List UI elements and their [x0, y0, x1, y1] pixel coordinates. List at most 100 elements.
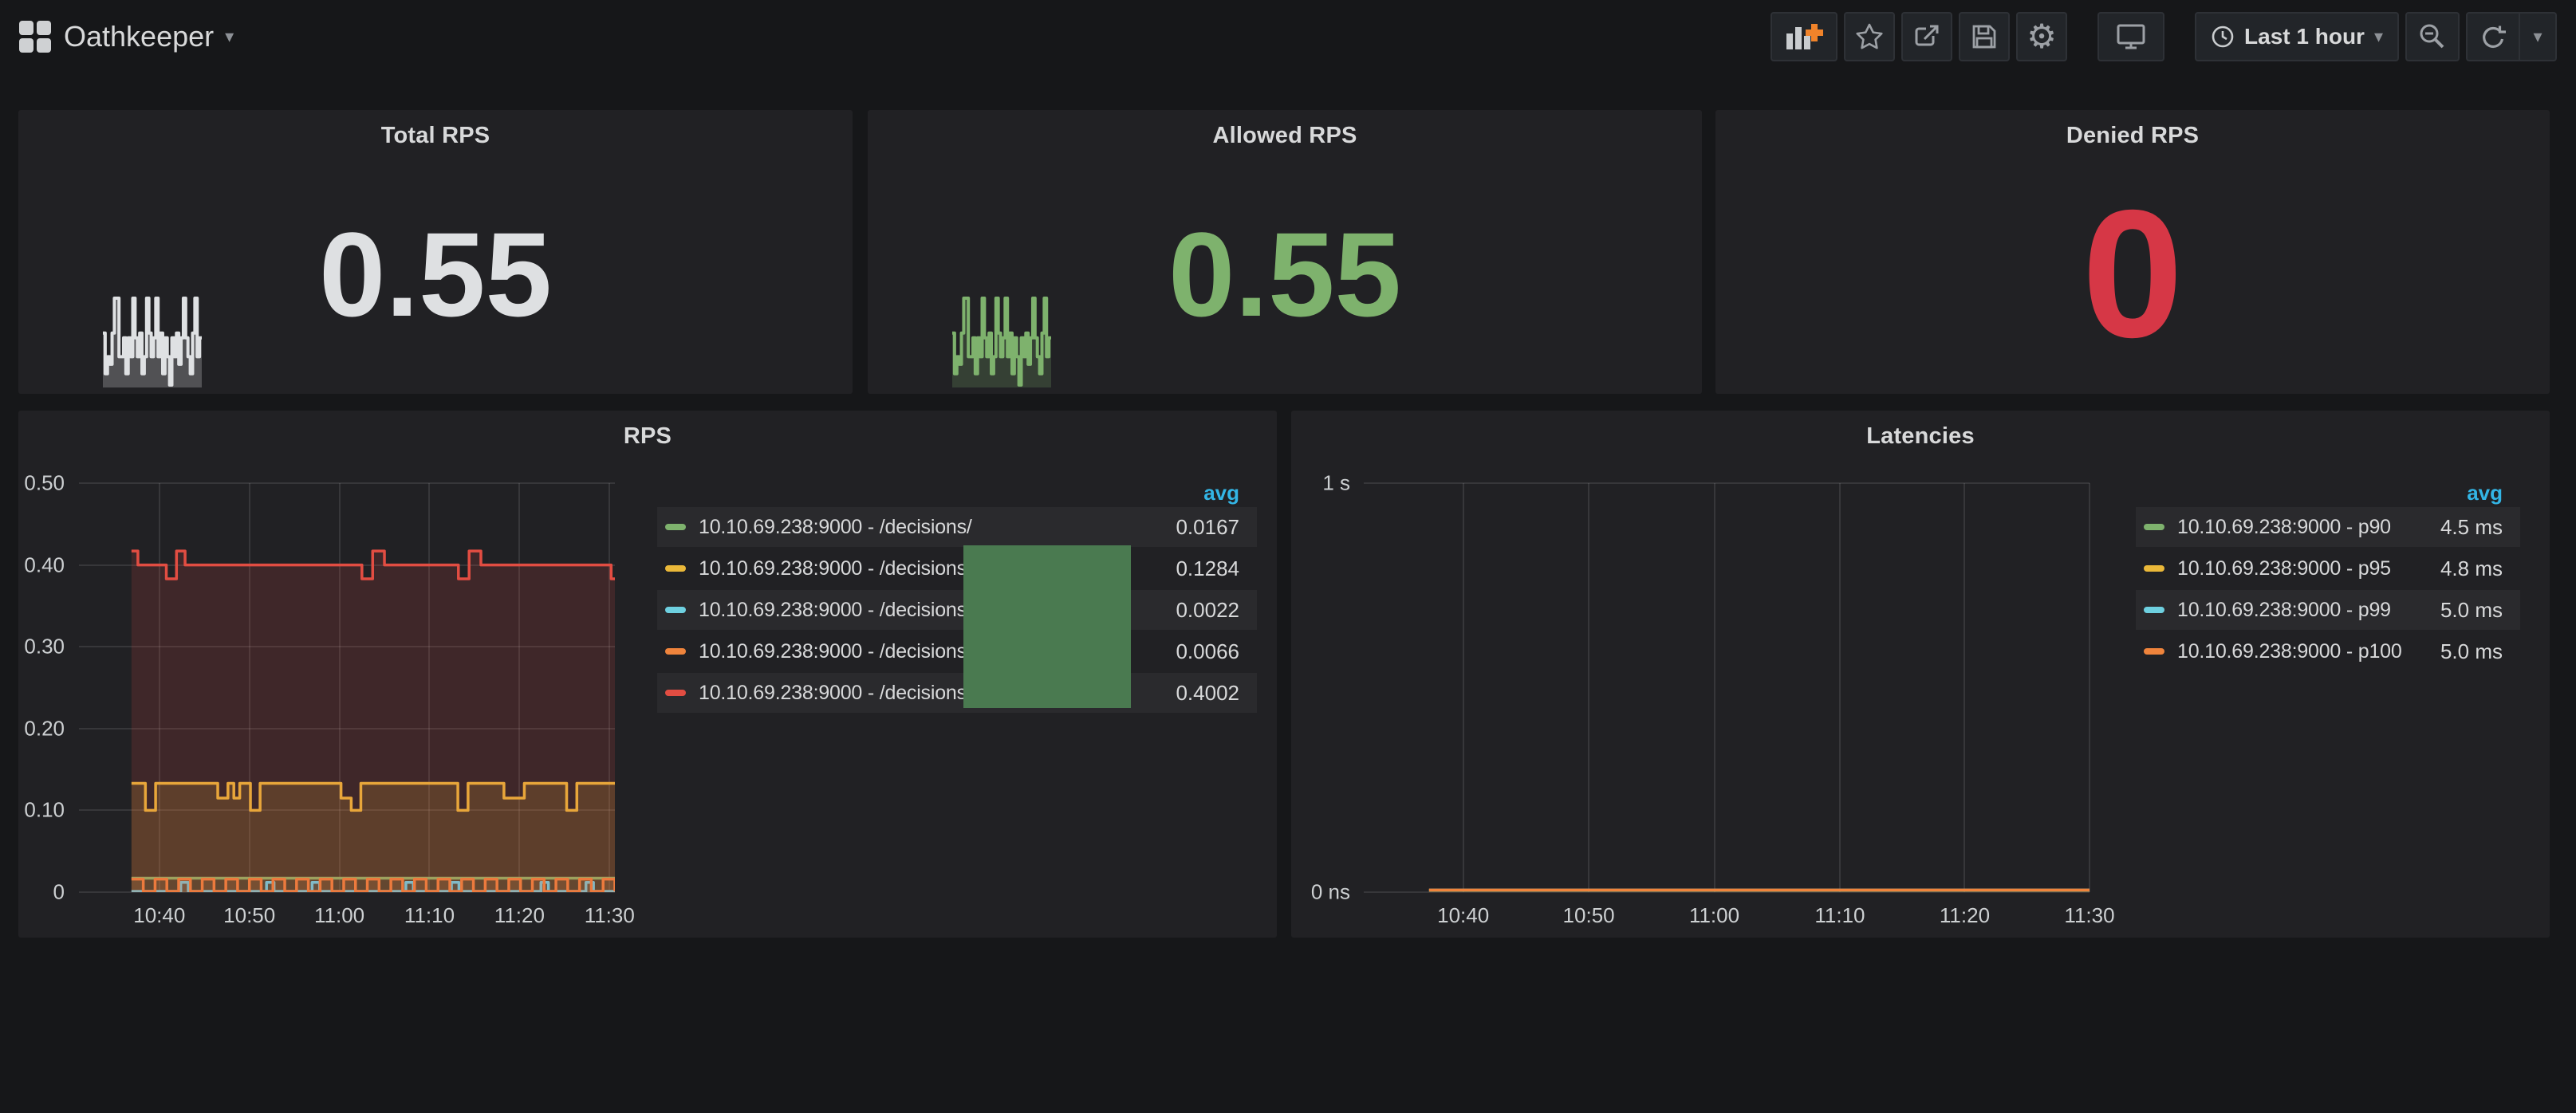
- add-panel-icon: [1785, 22, 1823, 51]
- legend-row[interactable]: 10.10.69.238:9000 - /decisions/ 0.1284: [657, 549, 1257, 588]
- series-color-swatch: [665, 565, 686, 572]
- share-dashboard-button[interactable]: [1901, 12, 1952, 61]
- series-label[interactable]: 10.10.69.238:9000 - /decisions/: [699, 682, 972, 705]
- legend-row[interactable]: 10.10.69.238:9000 - p99 5.0 ms: [2136, 590, 2520, 630]
- series-avg-value: 5.0 ms: [2424, 598, 2503, 623]
- dashboard-title: Oathkeeper: [64, 20, 214, 53]
- series-label[interactable]: 10.10.69.238:9000 - p95: [2177, 557, 2391, 580]
- x-axis-label: 10:40: [1437, 903, 1489, 928]
- panel-denied-rps: Denied RPS 0: [1715, 110, 2550, 394]
- x-axis-label: 11:20: [494, 903, 545, 928]
- series-label[interactable]: 10.10.69.238:9000 - p90: [2177, 516, 2391, 539]
- rps-legend: avg 10.10.69.238:9000 - /decisions/ 0.01…: [657, 478, 1257, 714]
- save-dashboard-button[interactable]: [1959, 12, 2010, 61]
- legend-row[interactable]: 10.10.69.238:9000 - p100 5.0 ms: [2136, 631, 2520, 671]
- navbar: Oathkeeper ▾: [0, 0, 2576, 73]
- legend-row[interactable]: 10.10.69.238:9000 - /decisions/ 0.0066: [657, 631, 1257, 671]
- y-axis-label: 0: [53, 880, 65, 905]
- dashboard-title-dropdown[interactable]: Oathkeeper ▾: [64, 20, 234, 53]
- series-label[interactable]: 10.10.69.238:9000 - /decisions/: [699, 557, 972, 580]
- x-axis-label: 11:00: [1689, 903, 1739, 928]
- grafana-menu-button[interactable]: [19, 21, 51, 53]
- y-axis-label: 0.40: [24, 553, 65, 577]
- series-color-swatch: [2144, 565, 2164, 572]
- zoom-out-icon: [2418, 22, 2447, 51]
- grafana-dashboard: Oathkeeper ▾: [0, 0, 2576, 1113]
- latencies-legend: avg 10.10.69.238:9000 - p90 4.5 ms 10.10…: [2136, 478, 2520, 673]
- legend-row[interactable]: 10.10.69.238:9000 - /decisions/ 0.0022: [657, 590, 1257, 630]
- zoom-out-time-button[interactable]: [2405, 12, 2460, 61]
- panel-total-rps: Total RPS 0.55: [18, 110, 853, 394]
- series-color-swatch: [2144, 524, 2164, 530]
- x-axis: 10:4010:5011:0011:1011:2011:30: [1364, 903, 2090, 935]
- legend-avg-header[interactable]: avg: [2136, 478, 2520, 507]
- legend-avg-header[interactable]: avg: [657, 478, 1257, 507]
- panel-title[interactable]: Latencies: [1291, 423, 2550, 450]
- cycle-view-mode-button[interactable]: [2097, 12, 2164, 61]
- gear-icon: ⚙: [2027, 20, 2057, 53]
- legend-row[interactable]: 10.10.69.238:9000 - p90 4.5 ms: [2136, 507, 2520, 547]
- sparkline: [103, 289, 202, 387]
- y-axis-label: 0.50: [24, 471, 65, 496]
- panel-latencies-graph: Latencies 1 s0 ns 10:4010:5011:0011:1011…: [1291, 411, 2550, 938]
- legend-row[interactable]: 10.10.69.238:9000 - /decisions/ 0.0167: [657, 507, 1257, 547]
- refresh-icon: [2479, 24, 2507, 49]
- share-icon: [1912, 22, 1941, 51]
- panel-title[interactable]: RPS: [18, 423, 1277, 450]
- save-icon: [1971, 23, 1998, 50]
- y-axis-label: 0.20: [24, 716, 65, 741]
- refresh-button[interactable]: [2468, 14, 2519, 60]
- add-panel-button[interactable]: [1771, 12, 1837, 61]
- series-avg-value: 0.0022: [1160, 598, 1239, 623]
- stat-value: 0: [2082, 183, 2184, 365]
- panel-allowed-rps: Allowed RPS 0.55: [868, 110, 1702, 394]
- chevron-down-icon: ▾: [2533, 28, 2542, 45]
- series-avg-value: 4.5 ms: [2424, 515, 2503, 540]
- x-axis-label: 11:00: [314, 903, 364, 928]
- x-axis-label: 11:10: [404, 903, 455, 928]
- refresh-interval-dropdown[interactable]: ▾: [2519, 14, 2555, 60]
- star-icon: [1854, 22, 1885, 51]
- series-label[interactable]: 10.10.69.238:9000 - p99: [2177, 599, 2391, 622]
- y-axis-label: 0.10: [24, 798, 65, 823]
- stat-value-wrap: 0: [1715, 187, 2550, 362]
- time-range-picker[interactable]: Last 1 hour ▾: [2195, 12, 2399, 61]
- x-axis-label: 11:30: [2064, 903, 2114, 928]
- x-axis: 10:4010:5011:0011:1011:2011:30: [79, 903, 615, 935]
- series-avg-value: 0.0066: [1160, 639, 1239, 664]
- series-color-swatch: [665, 607, 686, 613]
- y-axis: 0.500.400.300.200.100: [18, 483, 65, 892]
- series-label[interactable]: 10.10.69.238:9000 - p100: [2177, 640, 2402, 663]
- series-color-swatch: [665, 648, 686, 655]
- legend-row[interactable]: 10.10.69.238:9000 - p95 4.8 ms: [2136, 549, 2520, 588]
- legend-row[interactable]: 10.10.69.238:9000 - /decisions/ 0.4002: [657, 673, 1257, 713]
- toolbar: ⚙ Last 1 hour ▾: [1771, 12, 2557, 61]
- y-axis: 1 s0 ns: [1291, 483, 1350, 892]
- rps-chart: [79, 483, 615, 892]
- dashboard-settings-button[interactable]: ⚙: [2016, 12, 2067, 61]
- series-label[interactable]: 10.10.69.238:9000 - /decisions/: [699, 599, 972, 622]
- panel-title[interactable]: Total RPS: [18, 123, 853, 149]
- series-avg-value: 0.0167: [1160, 515, 1239, 540]
- series-color-swatch: [665, 690, 686, 696]
- y-axis-label: 0.30: [24, 635, 65, 659]
- star-dashboard-button[interactable]: [1844, 12, 1895, 61]
- panel-title[interactable]: Allowed RPS: [868, 123, 1702, 149]
- rps-chart-plot[interactable]: [79, 483, 615, 892]
- series-color-swatch: [665, 524, 686, 530]
- series-avg-value: 0.4002: [1160, 681, 1239, 706]
- x-axis-label: 10:50: [223, 903, 275, 928]
- stat-value: 0.55: [1168, 214, 1401, 334]
- series-label[interactable]: 10.10.69.238:9000 - /decisions/: [699, 640, 972, 663]
- latencies-chart-plot[interactable]: [1364, 483, 2090, 892]
- clock-icon: [2211, 25, 2235, 49]
- x-axis-label: 10:50: [1563, 903, 1615, 928]
- series-avg-value: 4.8 ms: [2424, 556, 2503, 581]
- panel-title[interactable]: Denied RPS: [1715, 123, 2550, 149]
- series-label[interactable]: 10.10.69.238:9000 - /decisions/: [699, 516, 972, 539]
- x-axis-label: 10:40: [133, 903, 185, 928]
- series-avg-value: 0.1284: [1160, 556, 1239, 581]
- series-color-swatch: [2144, 648, 2164, 655]
- x-axis-label: 11:20: [1940, 903, 1990, 928]
- refresh-button-group: ▾: [2466, 12, 2557, 61]
